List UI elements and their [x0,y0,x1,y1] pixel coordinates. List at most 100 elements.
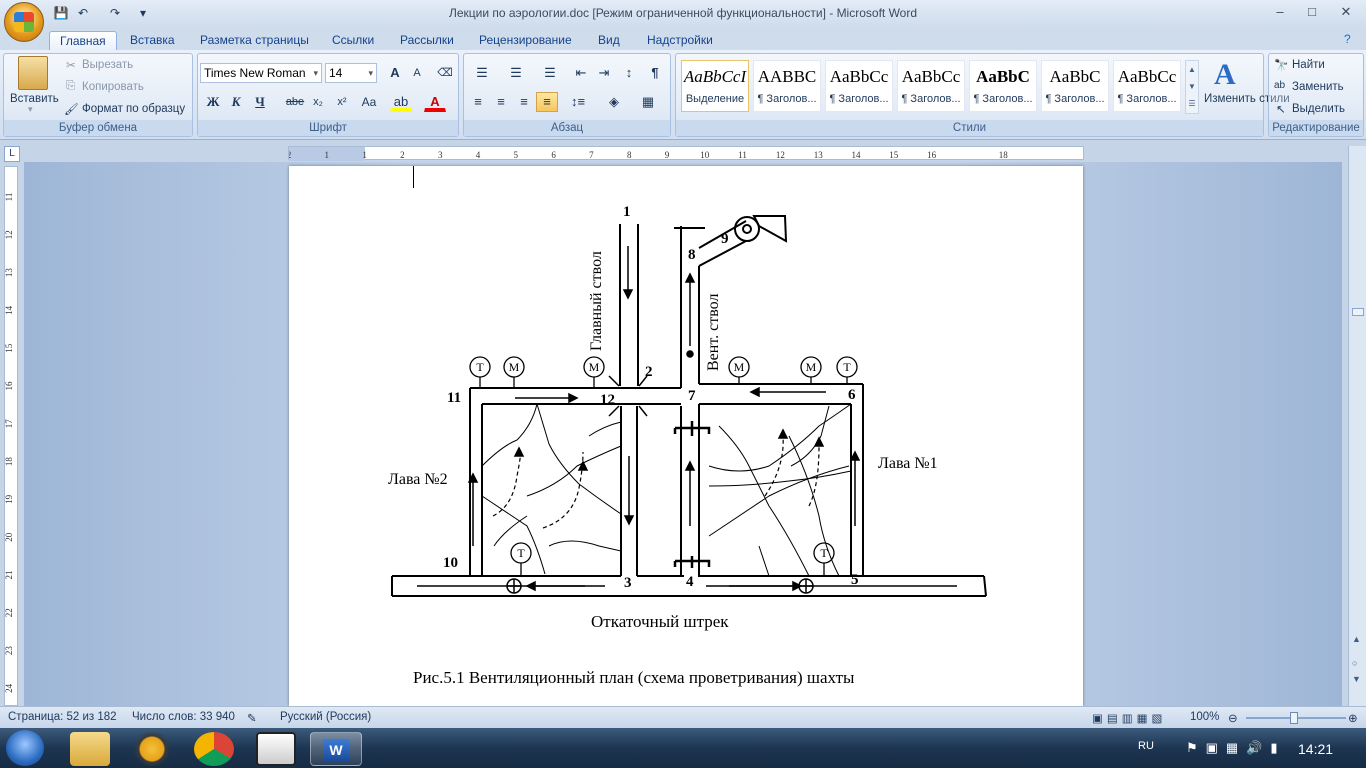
styles-scroll[interactable]: ▲ ▼ ☰ [1185,60,1199,114]
tray-icons[interactable]: ⚑▣▦🔊▮ [1186,740,1286,756]
change-styles-button[interactable]: Изменить стили [1204,93,1290,105]
node-2: 2 [645,364,653,380]
sensor-t-label: Т [820,546,828,560]
select-button[interactable]: Выделить [1292,103,1345,115]
tab-review[interactable]: Рецензирование [469,31,582,51]
show-marks-button[interactable]: ¶ [644,63,666,83]
office-button[interactable] [4,2,44,42]
explorer-icon[interactable] [70,732,110,766]
vertical-scrollbar[interactable]: ▲ ○ ▼ [1348,146,1366,706]
horizontal-ruler[interactable]: 2 1 1 2 3 4 5 6 7 8 9 10 11 12 13 14 15 16 18 [287,146,1084,161]
strikethrough-button[interactable]: abe [284,92,306,112]
word-count[interactable]: Число слов: 33 940 [132,711,235,723]
zoom-out-icon[interactable]: ⊖ [1228,711,1238,725]
format-painter-button[interactable]: Формат по образцу [82,103,185,115]
align-right-icon[interactable]: ≡ [513,92,535,112]
app-icon[interactable] [132,732,172,766]
document-page[interactable]: Т М М М М Т Т Т 1 2 3 4 5 6 7 8 9 10 11 … [289,166,1083,706]
ruler-tick-label: 6 [551,150,556,160]
style-heading-5[interactable]: AaBbC ¶ Заголов... [1041,60,1109,112]
maximize-button[interactable]: □ [1300,4,1324,22]
tab-insert[interactable]: Вставка [120,31,185,51]
multilevel-list-icon[interactable]: ☰ [536,63,564,83]
font-name-select[interactable]: Times New Roman ▾ [200,63,322,83]
grow-font-button[interactable]: A [384,63,406,83]
justify-icon[interactable]: ≡ [536,92,558,112]
view-buttons-icon[interactable]: ▣▤▥▦▧ [1092,711,1166,725]
paste-dropdown-icon[interactable]: ▾ [28,104,33,115]
style-heading-3[interactable]: AaBbCc ¶ Заголов... [897,60,965,112]
vertical-ruler[interactable]: 11 12 13 14 15 16 17 18 19 20 21 22 23 24 [4,166,18,706]
node-1: 1 [623,204,631,220]
tab-mailings[interactable]: Рассылки [390,31,464,51]
font-color-icon[interactable]: A [424,92,446,112]
ruler-tick-label: 12 [5,230,14,239]
align-left-icon[interactable]: ≡ [467,92,489,112]
tab-page-layout[interactable]: Разметка страницы [190,31,319,51]
word-icon: W [323,739,349,761]
zoom-in-icon[interactable]: ⊕ [1348,711,1358,725]
paste-icon[interactable] [18,56,48,90]
style-sample: AABBC [757,67,817,86]
ventilation-diagram: Т М М М М Т Т Т 1 2 3 4 5 6 7 8 9 10 11 … [388,204,987,687]
zoom-slider[interactable] [1246,712,1346,724]
font-size-select[interactable]: 14 ▾ [325,63,377,83]
page-counter[interactable]: Страница: 52 из 182 [8,711,117,723]
change-styles-icon: A [1214,58,1236,91]
figure-caption: Рис.5.1 Вентиляционный план (схема прове… [413,668,855,687]
copy-button[interactable]: Копировать [82,81,144,93]
superscript-button[interactable]: x² [331,92,353,112]
scroll-thumb[interactable] [1352,308,1364,316]
style-heading-4[interactable]: AaBbC ¶ Заголов... [969,60,1037,112]
tab-home[interactable]: Главная [49,31,117,51]
replace-button[interactable]: Заменить [1292,81,1344,93]
clear-format-icon[interactable]: ⌫ [434,63,456,83]
language-switch[interactable]: RU [1138,740,1154,752]
decrease-indent-icon[interactable]: ⇤ [570,63,592,83]
bold-button[interactable]: Ж [202,92,224,112]
style-heading-6[interactable]: AaBbCc ¶ Заголов... [1113,60,1181,112]
tab-references[interactable]: Ссылки [322,31,384,51]
align-center-icon[interactable]: ≡ [490,92,512,112]
zoom-level[interactable]: 100% [1190,711,1219,723]
style-name: ¶ Заголов... [1045,93,1105,105]
media-player-icon[interactable] [256,732,296,766]
scroll-up-icon[interactable]: ▲ [1352,634,1361,644]
italic-button[interactable]: К [225,92,247,112]
help-icon[interactable]: ? [1344,32,1351,46]
node-9: 9 [721,231,729,247]
zoom-thumb[interactable] [1290,712,1298,724]
subscript-button[interactable]: x₂ [307,92,329,112]
cut-button[interactable]: Вырезать [82,59,133,71]
increase-indent-icon[interactable]: ⇥ [593,63,615,83]
start-button[interactable] [6,730,44,766]
shrink-font-button[interactable]: A [406,63,428,83]
clock[interactable]: 14:21 [1298,741,1333,757]
language-indicator[interactable]: Русский (Россия) [280,711,371,723]
paste-button[interactable]: Вставить [10,93,59,105]
sort-icon[interactable]: ↕ [618,63,640,83]
browse-object-icon[interactable]: ○ [1352,658,1357,668]
close-button[interactable]: ✕ [1334,4,1358,22]
style-heading-1[interactable]: AABBC ¶ Заголов... [753,60,821,112]
word-taskbar-icon[interactable]: W [310,732,362,766]
tab-addins[interactable]: Надстройки [637,31,723,51]
borders-icon[interactable]: ▦ [634,92,662,112]
change-case-button[interactable]: Aa [356,92,382,112]
chrome-icon[interactable] [194,732,234,766]
style-heading-2[interactable]: AaBbCc ¶ Заголов... [825,60,893,112]
style-emphasis[interactable]: AaBbCcI Выделение [681,60,749,112]
bullets-icon[interactable]: ☰ [468,63,496,83]
numbering-icon[interactable]: ☰ [502,63,530,83]
proofing-icon[interactable]: ✎ [247,711,257,725]
underline-button[interactable]: Ч [249,92,271,112]
highlight-icon[interactable]: ab [390,92,412,112]
scroll-down-icon[interactable]: ▼ [1352,674,1361,684]
find-button[interactable]: Найти [1292,59,1325,71]
tab-view[interactable]: Вид [588,31,630,51]
shading-icon[interactable]: ◈ [600,92,628,112]
tab-selector-icon[interactable]: L [4,146,20,162]
line-spacing-icon[interactable]: ↕≡ [564,92,592,112]
ruler-tick-label: 14 [5,305,14,315]
minimize-button[interactable]: – [1268,4,1292,22]
